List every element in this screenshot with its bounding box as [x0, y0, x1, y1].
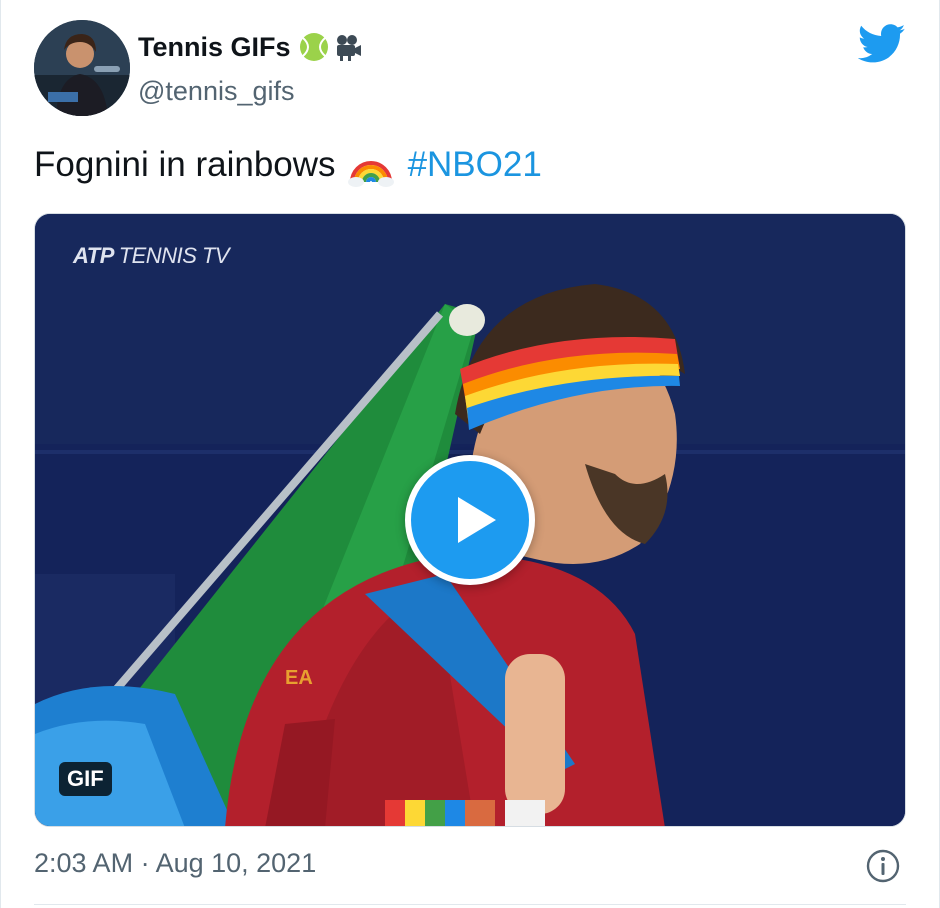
- tennis-tv-watermark: ATP TENNIS TV: [73, 243, 230, 269]
- avatar[interactable]: [34, 20, 130, 116]
- avatar-image: [34, 20, 130, 116]
- hashtag-link[interactable]: #NBO21: [408, 142, 542, 188]
- info-icon[interactable]: [865, 848, 901, 884]
- gif-media[interactable]: EA ATP TENNIS TV GIF: [34, 213, 906, 827]
- author-handle[interactable]: @tennis_gifs: [138, 74, 295, 108]
- movie-camera-icon: [336, 35, 361, 61]
- twitter-bird-icon[interactable]: [858, 24, 906, 64]
- tweet-text: Fognini in rainbows #NBO21: [34, 142, 542, 188]
- watermark-brand: ATP: [73, 243, 114, 268]
- tennis-ball-icon: [299, 33, 328, 61]
- timestamp-link[interactable]: 2:03 AM · Aug 10, 2021: [34, 846, 316, 880]
- play-icon: [458, 497, 496, 543]
- gif-badge: GIF: [59, 762, 112, 796]
- tweet-body: Fognini in rainbows: [34, 145, 336, 184]
- tweet-card: Tennis GIFs @tennis_gifs Fognini in rain…: [0, 0, 940, 908]
- divider: [34, 904, 906, 905]
- author-name[interactable]: Tennis GIFs: [138, 30, 291, 64]
- tweet-footer: 2:03 AM · Aug 10, 2021: [1, 840, 940, 890]
- play-button[interactable]: [405, 455, 535, 585]
- rainbow-icon: [347, 161, 394, 187]
- watermark-label: TENNIS TV: [118, 243, 230, 268]
- author-name-row[interactable]: Tennis GIFs: [138, 30, 363, 64]
- shirt-logo-text: EA: [285, 667, 313, 689]
- tweet-header: Tennis GIFs @tennis_gifs: [1, 0, 940, 130]
